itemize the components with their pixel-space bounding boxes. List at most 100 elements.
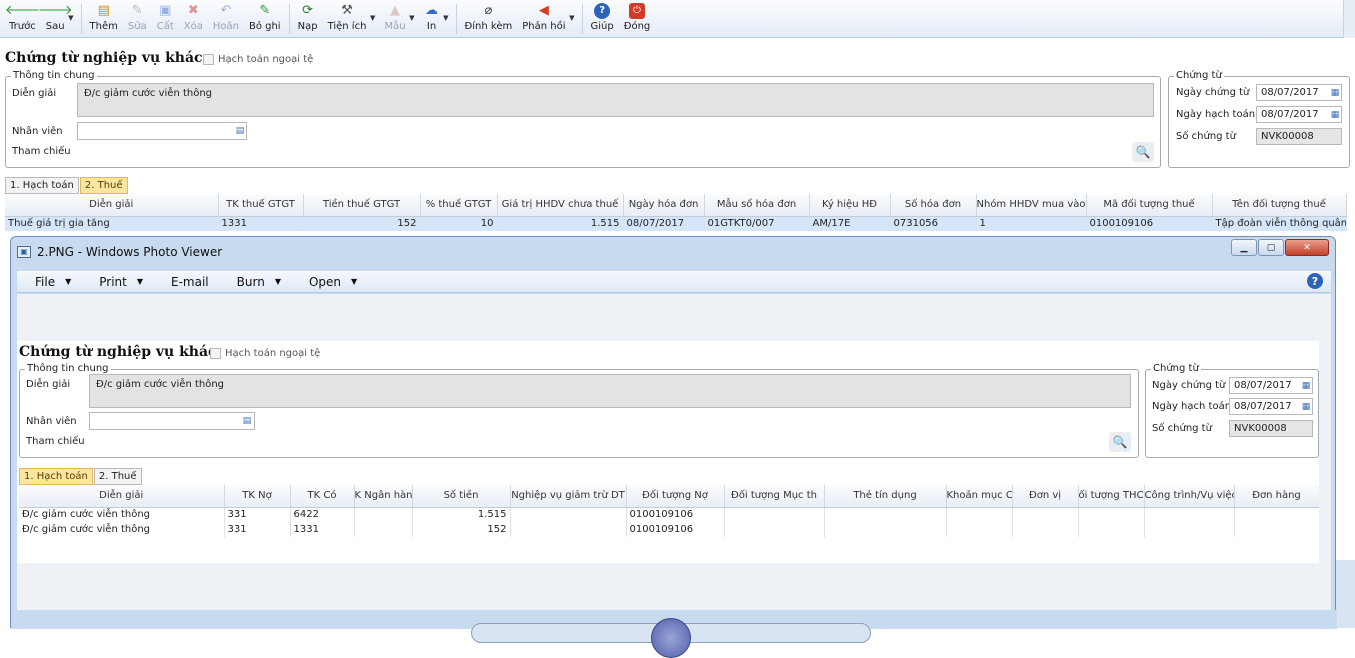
table-cell[interactable]: [1234, 522, 1320, 537]
table-cell[interactable]: [354, 507, 413, 522]
table-cell[interactable]: 152: [303, 216, 421, 231]
table-cell[interactable]: 1: [976, 216, 1087, 231]
voucher-no-input[interactable]: NVK00008: [1256, 128, 1342, 145]
column-header[interactable]: Mã đối tượng thuế: [1086, 194, 1213, 217]
toolbar-scroll[interactable]: [1343, 0, 1355, 38]
toolbar-button-3[interactable]: ✎ Sửa: [123, 0, 152, 36]
menu-open[interactable]: Open ▼: [309, 275, 357, 289]
table-cell[interactable]: 0731056: [890, 216, 977, 231]
slideshow-button[interactable]: [651, 618, 691, 658]
table-cell[interactable]: [510, 507, 627, 522]
chevron-down-icon[interactable]: ▼: [68, 14, 73, 22]
table-row[interactable]: Đ/c giảm cước viễn thông 331 1331 152 010010…: [19, 522, 1320, 537]
column-header[interactable]: TK thuế GTGT: [218, 194, 304, 217]
column-header[interactable]: Đơn vị: [1012, 485, 1079, 508]
help-icon[interactable]: ?: [1307, 273, 1323, 289]
table-row[interactable]: Thuế giá trị gia tăng 1331 152 10 1.515 08/07…: [5, 216, 1347, 231]
column-header[interactable]: Mẫu số hóa đơn: [704, 194, 810, 217]
column-header[interactable]: Đối tượng Mục th: [724, 485, 825, 508]
table-cell[interactable]: 01GTKT0/007: [704, 216, 810, 231]
table-cell[interactable]: [1012, 507, 1079, 522]
column-header[interactable]: K Ngân hàn: [354, 485, 413, 508]
menu-file[interactable]: File ▼: [35, 275, 71, 289]
table-cell[interactable]: AM/17E: [809, 216, 891, 231]
minimize-button[interactable]: ▁: [1231, 239, 1257, 256]
maximize-button[interactable]: ▢: [1258, 239, 1284, 256]
table-cell[interactable]: Đ/c giảm cước viễn thông: [19, 522, 225, 537]
table-cell[interactable]: [824, 522, 947, 537]
table-cell[interactable]: [1078, 522, 1145, 537]
employee-lookup-icon[interactable]: ▤: [233, 124, 247, 138]
foreign-currency-toggle[interactable]: Hạch toán ngoại tệ: [203, 54, 313, 65]
column-header[interactable]: Đơn hàng: [1234, 485, 1320, 508]
toolbar-button-13[interactable]: ◀ Phản hồi ▼: [517, 0, 574, 36]
table-row[interactable]: Đ/c giảm cước viễn thông 331 6422 1.515 0100…: [19, 507, 1320, 522]
column-header[interactable]: Khoản mục CI: [946, 485, 1013, 508]
chevron-down-icon[interactable]: ▼: [443, 14, 448, 22]
toolbar-button-5[interactable]: ✖ Xóa: [179, 0, 208, 36]
toolbar-button-4[interactable]: ▣ Cất: [152, 0, 179, 36]
table-cell[interactable]: [724, 522, 825, 537]
column-header[interactable]: Diễn giải: [5, 194, 219, 217]
description-field[interactable]: Đ/c giảm cước viễn thông: [77, 83, 1154, 117]
calendar-icon[interactable]: ▦: [1328, 108, 1342, 122]
column-header[interactable]: Ký hiệu HĐ: [809, 194, 891, 217]
table-cell[interactable]: Tập đoàn viễn thông quân đ: [1212, 216, 1347, 231]
column-header[interactable]: Thẻ tín dụng: [824, 485, 947, 508]
table-cell[interactable]: 6422: [290, 507, 355, 522]
calendar-icon[interactable]: ▦: [1328, 86, 1342, 100]
tab-accounting[interactable]: 1. Hạch toán: [5, 177, 79, 194]
column-header[interactable]: TK Có: [290, 485, 355, 508]
column-header[interactable]: ối tượng THC: [1078, 485, 1145, 508]
table-cell[interactable]: 1.515: [497, 216, 624, 231]
column-header[interactable]: TK Nợ: [224, 485, 291, 508]
table-cell[interactable]: Đ/c giảm cước viễn thông: [19, 507, 225, 522]
table-cell[interactable]: [1078, 507, 1145, 522]
column-header[interactable]: Giá trị HHDV chưa thuế: [497, 194, 624, 217]
table-cell[interactable]: [1144, 507, 1235, 522]
table-cell[interactable]: [1144, 522, 1235, 537]
table-cell[interactable]: [354, 522, 413, 537]
table-cell[interactable]: [946, 522, 1013, 537]
toolbar-button-1[interactable]: 🡒 Sau ▼: [38, 0, 74, 36]
toolbar-button-10[interactable]: ▲ Mẫu ▼: [379, 0, 414, 36]
column-header[interactable]: Nghiệp vụ giảm trừ DT: [510, 485, 627, 508]
column-header[interactable]: Diễn giải: [19, 485, 225, 508]
column-header[interactable]: Nhóm HHDV mua vào: [976, 194, 1087, 217]
toolbar-button-14[interactable]: ? Giúp: [586, 0, 619, 36]
toolbar-button-2[interactable]: ▤ Thêm: [85, 0, 123, 36]
toolbar-button-9[interactable]: ⚒ Tiện ích ▼: [323, 0, 376, 36]
table-cell[interactable]: 0100109106: [626, 507, 725, 522]
table-cell[interactable]: 0100109106: [1086, 216, 1213, 231]
table-cell[interactable]: 0100109106: [626, 522, 725, 537]
toolbar-button-15[interactable]: ⏻ Đóng: [619, 0, 656, 36]
chevron-down-icon[interactable]: ▼: [409, 14, 414, 22]
table-cell[interactable]: 1331: [290, 522, 355, 537]
table-cell[interactable]: 331: [224, 522, 291, 537]
table-cell[interactable]: 152: [412, 522, 511, 537]
tab-tax[interactable]: 2. Thuế: [79, 177, 128, 194]
toolbar-button-7[interactable]: ✎ Bỏ ghi: [244, 0, 286, 36]
employee-combo[interactable]: [77, 122, 247, 140]
table-cell[interactable]: 1.515: [412, 507, 511, 522]
menu-burn[interactable]: Burn ▼: [237, 275, 281, 289]
chevron-down-icon[interactable]: ▼: [370, 14, 375, 22]
table-cell[interactable]: 1331: [218, 216, 304, 231]
column-header[interactable]: Tiền thuế GTGT: [303, 194, 421, 217]
toolbar-button-8[interactable]: ⟳ Nạp: [293, 0, 323, 36]
column-header[interactable]: Số tiền: [412, 485, 511, 508]
toolbar-button-6[interactable]: ↶ Hoãn: [208, 0, 244, 36]
background-scrollbar[interactable]: [1336, 560, 1355, 628]
column-header[interactable]: Công trình/Vụ việc: [1144, 485, 1235, 508]
menu-print[interactable]: Print ▼: [99, 275, 143, 289]
menu-email[interactable]: E-mail: [171, 275, 209, 289]
foreign-currency-checkbox[interactable]: [203, 54, 214, 65]
toolbar-button-12[interactable]: ⌀ Đính kèm: [460, 0, 518, 36]
table-cell[interactable]: [510, 522, 627, 537]
column-header[interactable]: % thuế GTGT: [420, 194, 498, 217]
column-header[interactable]: Số hóa đơn: [890, 194, 977, 217]
table-cell[interactable]: [946, 507, 1013, 522]
table-cell[interactable]: 331: [224, 507, 291, 522]
chevron-down-icon[interactable]: ▼: [569, 14, 574, 22]
table-cell[interactable]: 10: [420, 216, 498, 231]
